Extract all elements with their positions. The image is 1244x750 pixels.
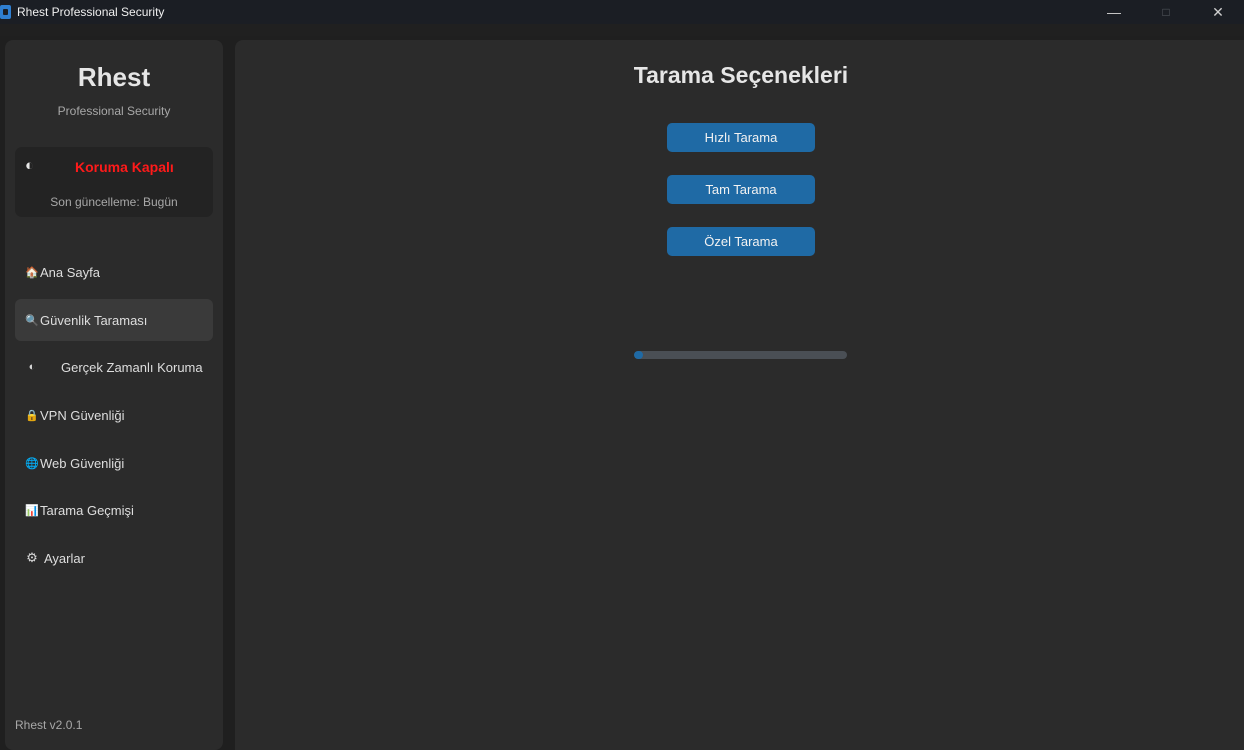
window-strip — [0, 24, 1244, 36]
sidebar-item-label: Gerçek Zamanlı Koruma — [61, 359, 203, 375]
scan-progress-bar — [634, 351, 847, 359]
brand-name: Rhest — [77, 62, 151, 92]
globe-icon: 🌐 — [25, 457, 39, 470]
app-version: Rhest v2.0.1 — [15, 718, 83, 732]
scan-progress-fill — [634, 351, 643, 359]
house-icon: 🏠 — [25, 266, 39, 279]
minimize-button[interactable]: — — [1088, 0, 1140, 24]
sidebar-item-security-scan[interactable]: 🔍 Güvenlik Taraması — [15, 299, 213, 341]
protection-status-card: ◐ Koruma Kapalı Son güncelleme: Bugün — [15, 147, 213, 217]
sidebar-item-label: Ana Sayfa — [40, 264, 100, 280]
window-title: Rhest Professional Security — [17, 5, 165, 19]
shield-half-icon: ◐ — [25, 157, 35, 174]
full-scan-button[interactable]: Tam Tarama — [667, 175, 815, 204]
sidebar-item-web-security[interactable]: 🌐 Web Güvenliği — [15, 442, 213, 484]
sidebar: Rhest Professional Security ◐ Koruma Kap… — [5, 40, 223, 750]
main-panel: Tarama Seçenekleri Hızlı Tarama Tam Tara… — [235, 40, 1244, 750]
last-update-text: Son güncelleme: Bugün — [50, 195, 178, 209]
brand-tagline: Professional Security — [57, 104, 171, 118]
quick-scan-button[interactable]: Hızlı Tarama — [667, 123, 815, 152]
sidebar-item-label: Tarama Geçmişi — [40, 502, 134, 518]
window-controls: — □ ✕ — [1088, 0, 1244, 24]
shield-half-icon: ◐ — [28, 361, 36, 373]
app-logo-icon — [0, 5, 11, 19]
sidebar-item-settings[interactable]: ⚙ Ayarlar — [15, 537, 213, 579]
protection-status-text: Koruma Kapalı — [75, 159, 174, 175]
page-title: Tarama Seçenekleri — [633, 62, 849, 88]
close-button[interactable]: ✕ — [1192, 0, 1244, 24]
sidebar-item-realtime-protection[interactable]: ◐ Gerçek Zamanlı Koruma — [15, 346, 213, 388]
sidebar-item-label: Güvenlik Taraması — [40, 312, 148, 328]
sidebar-item-label: Web Güvenliği — [40, 455, 125, 471]
gear-icon: ⚙ — [26, 550, 38, 565]
maximize-button[interactable]: □ — [1140, 0, 1192, 24]
sidebar-item-home[interactable]: 🏠 Ana Sayfa — [15, 251, 213, 293]
custom-scan-button[interactable]: Özel Tarama — [667, 227, 815, 256]
magnifier-icon: 🔍 — [25, 314, 39, 327]
lock-icon: 🔒 — [25, 409, 39, 422]
sidebar-item-scan-history[interactable]: 📊 Tarama Geçmişi — [15, 489, 213, 531]
sidebar-item-label: VPN Güvenliği — [40, 407, 125, 423]
sidebar-item-vpn-security[interactable]: 🔒 VPN Güvenliği — [15, 394, 213, 436]
sidebar-item-label: Ayarlar — [44, 550, 85, 566]
chart-icon: 📊 — [25, 504, 39, 517]
title-bar: Rhest Professional Security — □ ✕ — [0, 0, 1244, 24]
